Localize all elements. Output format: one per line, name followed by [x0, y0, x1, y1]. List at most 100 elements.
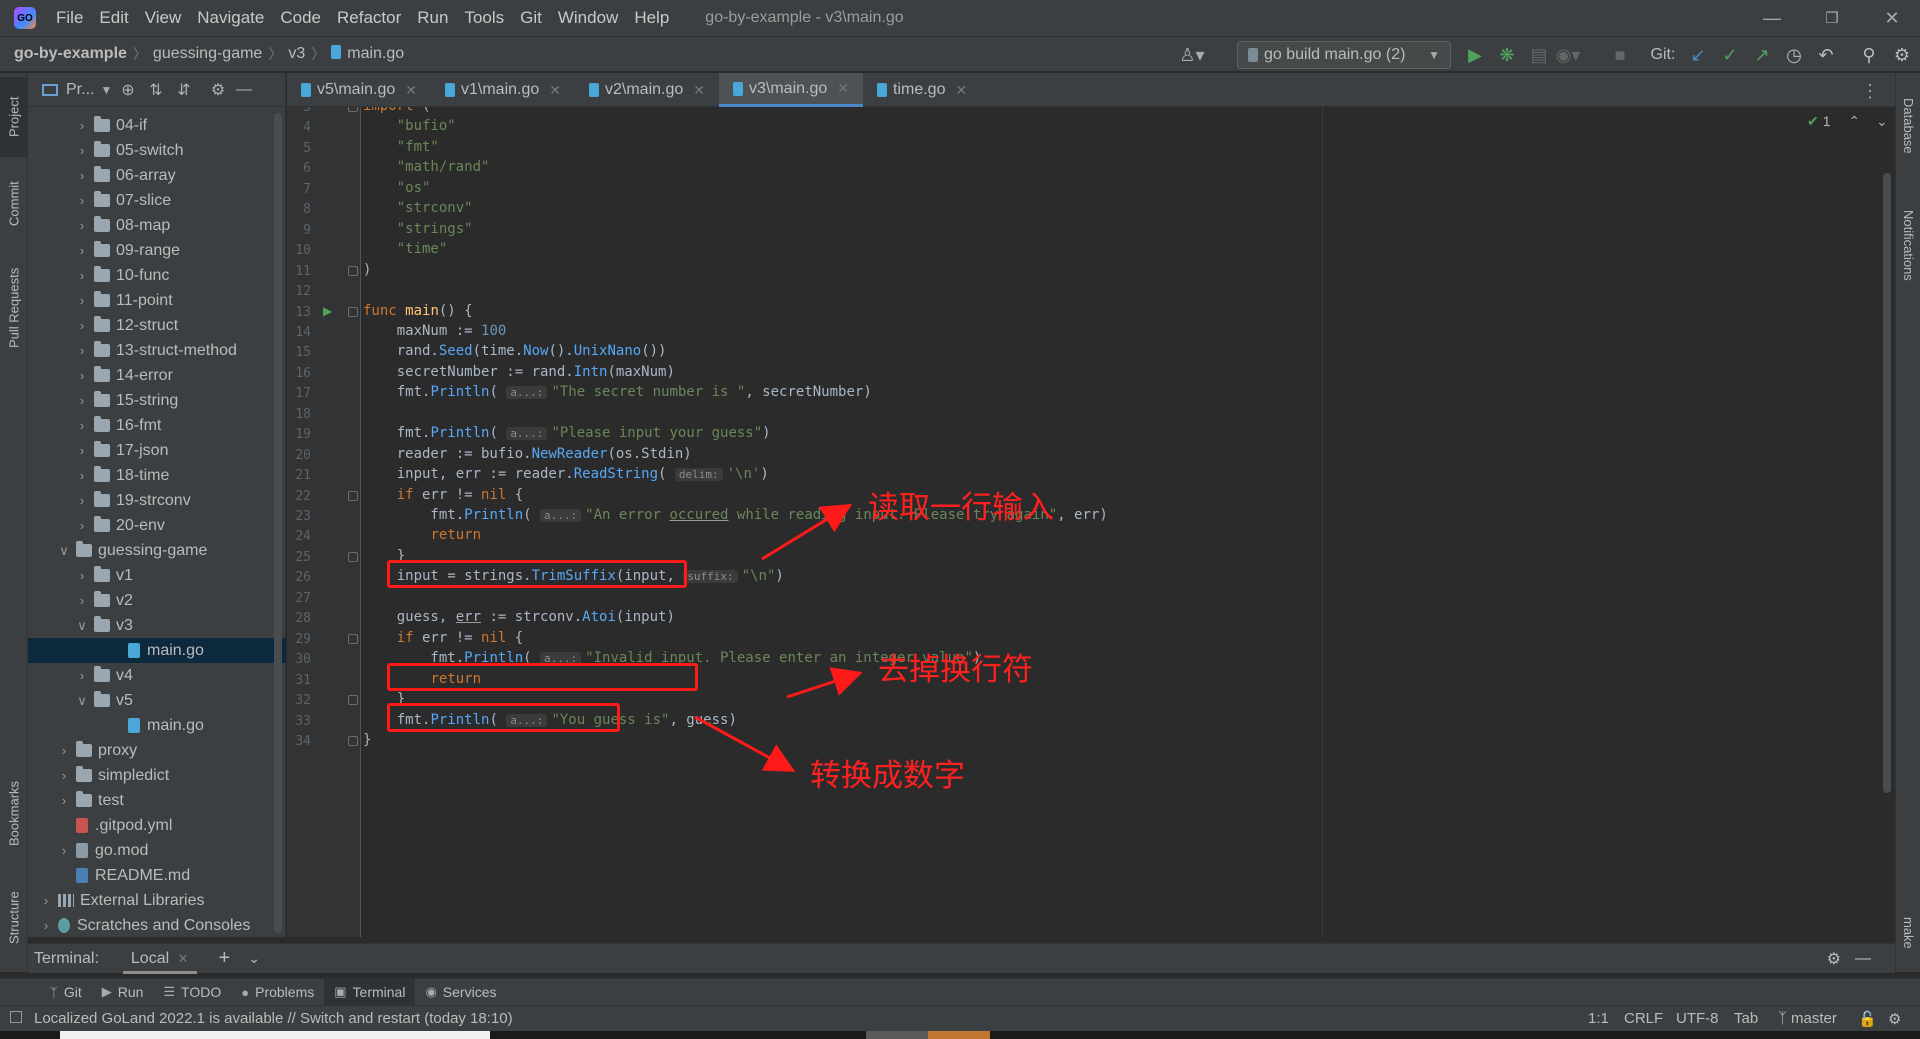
editor-scrollbar[interactable] [1883, 173, 1891, 793]
tree-item[interactable]: › simpledict [28, 763, 286, 788]
git-push-icon[interactable]: ↗ [1750, 43, 1774, 67]
tree-item[interactable]: › 06-array [28, 163, 286, 188]
notifications-icon[interactable]: ⚙ [1888, 1010, 1901, 1028]
tab-v2-main-go[interactable]: v2\main.go ✕ [575, 73, 719, 107]
tool-tab-todo[interactable]: ☰ TODO [153, 979, 231, 1006]
chevron-down-icon[interactable]: ∨ [74, 693, 90, 709]
chevron-right-icon[interactable]: › [74, 518, 90, 533]
chevron-right-icon[interactable]: › [74, 143, 90, 158]
close-icon[interactable]: ✕ [837, 80, 849, 97]
project-scrollbar[interactable] [274, 113, 282, 933]
chevron-right-icon[interactable]: › [74, 468, 90, 483]
menu-tools[interactable]: Tools [456, 0, 512, 36]
tree-item[interactable]: › 07-slice [28, 188, 286, 213]
line-separator[interactable]: CRLF [1624, 1010, 1663, 1027]
fold-marker-icon[interactable] [348, 735, 358, 746]
lock-icon[interactable]: 🔓 [1858, 1010, 1877, 1028]
stop-icon[interactable]: ■ [1608, 43, 1632, 67]
chevron-right-icon[interactable]: › [56, 768, 72, 783]
tree-item[interactable]: › 11-point [28, 288, 286, 313]
tool-tab-run[interactable]: ▶ Run [92, 979, 154, 1006]
tree-item[interactable]: › 17-json [28, 438, 286, 463]
menu-help[interactable]: Help [626, 0, 677, 36]
collapse-all-icon[interactable]: ⇵ [174, 80, 194, 100]
git-commit-icon[interactable]: ✓ [1718, 43, 1742, 67]
menu-navigate[interactable]: Navigate [189, 0, 272, 36]
tool-tab-terminal[interactable]: ▣ Terminal [324, 978, 416, 1006]
chevron-right-icon[interactable]: › [74, 368, 90, 383]
tree-item[interactable]: › 08-map [28, 213, 286, 238]
tree-item[interactable]: › 12-struct [28, 313, 286, 338]
hide-panel-icon[interactable]: — [1855, 950, 1871, 968]
minimize-icon[interactable]: — [1744, 0, 1800, 36]
gear-icon[interactable]: ⚙ [208, 80, 228, 100]
chevron-right-icon[interactable]: › [74, 293, 90, 308]
menu-file[interactable]: File [48, 0, 91, 36]
chevron-right-icon[interactable]: › [74, 268, 90, 283]
settings-icon[interactable]: ⚙ [1890, 43, 1914, 67]
status-message[interactable]: Localized GoLand 2022.1 is available // … [34, 1010, 513, 1027]
close-icon[interactable]: ✕ [405, 82, 417, 99]
chevron-right-icon[interactable]: › [38, 893, 54, 908]
expand-all-icon[interactable]: ⇅ [146, 80, 166, 100]
menu-view[interactable]: View [137, 0, 190, 36]
chevron-right-icon[interactable]: › [74, 418, 90, 433]
fold-marker-icon[interactable] [348, 107, 358, 112]
tool-tab-git[interactable]: ᛉ Git [40, 979, 92, 1006]
tree-item[interactable]: main.go [28, 638, 286, 663]
locate-icon[interactable]: ⊕ [118, 80, 138, 100]
run-gutter-icon[interactable]: ▶ [323, 304, 332, 318]
chevron-right-icon[interactable]: › [56, 743, 72, 758]
project-panel-title[interactable]: Pr... [66, 81, 94, 99]
menu-git[interactable]: Git [512, 0, 550, 36]
tool-window-database[interactable]: Database [1896, 81, 1920, 171]
chevron-right-icon[interactable]: › [74, 193, 90, 208]
tree-item[interactable]: ∨ v3 [28, 613, 286, 638]
code-line[interactable]: ) [363, 258, 371, 283]
tree-item[interactable]: main.go [28, 713, 286, 738]
chevron-right-icon[interactable]: › [74, 443, 90, 458]
more-tabs-icon[interactable]: ⋮ [1861, 81, 1879, 102]
add-icon[interactable]: + [219, 947, 231, 970]
fold-marker-icon[interactable] [348, 695, 358, 706]
inspection-widget[interactable]: ✔ 1 ⌃ ⌄ [1807, 113, 1888, 130]
close-window-icon[interactable]: ✕ [1864, 0, 1920, 36]
tree-item[interactable]: › v4 [28, 663, 286, 688]
tree-item[interactable]: › v2 [28, 588, 286, 613]
chevron-right-icon[interactable]: › [38, 918, 54, 933]
close-icon[interactable]: ✕ [549, 82, 561, 99]
history-icon[interactable]: ◷ [1782, 43, 1806, 67]
tree-item[interactable]: › 18-time [28, 463, 286, 488]
menu-code[interactable]: Code [272, 0, 329, 36]
gear-icon[interactable]: ⚙ [1827, 949, 1841, 969]
close-icon[interactable]: ✕ [693, 82, 705, 99]
coverage-icon[interactable]: ▤ [1527, 43, 1551, 67]
chevron-right-icon[interactable]: › [74, 593, 90, 608]
chevron-down-icon[interactable]: ⌄ [248, 950, 260, 967]
chevron-down-icon[interactable]: ▼ [100, 83, 112, 97]
tree-item[interactable]: › 16-fmt [28, 413, 286, 438]
menu-refactor[interactable]: Refactor [329, 0, 409, 36]
tree-item[interactable]: › 14-error [28, 363, 286, 388]
tree-item[interactable]: › External Libraries [28, 888, 286, 913]
tab-v1-main-go[interactable]: v1\main.go ✕ [431, 73, 575, 107]
code-line[interactable]: fmt.Println( a...: "The secret number is … [363, 380, 872, 405]
menu-edit[interactable]: Edit [91, 0, 136, 36]
chevron-right-icon[interactable]: › [74, 218, 90, 233]
chevron-right-icon[interactable]: › [74, 318, 90, 333]
fold-marker-icon[interactable] [348, 265, 358, 276]
tree-item[interactable]: › 19-strconv [28, 488, 286, 513]
tree-item[interactable]: › 10-func [28, 263, 286, 288]
tree-item[interactable]: › go.mod [28, 838, 286, 863]
tool-window-project[interactable]: Project [0, 77, 28, 157]
user-icon[interactable]: ♙▾ [1179, 43, 1204, 67]
tool-window-pull-requests[interactable]: Pull Requests [0, 253, 28, 363]
fold-marker-icon[interactable] [348, 490, 358, 501]
chevron-down-icon[interactable]: ⌄ [1876, 113, 1888, 129]
tree-item[interactable]: .gitpod.yml [28, 813, 286, 838]
menu-window[interactable]: Window [550, 0, 626, 36]
profile-icon[interactable]: ◉▾ [1556, 43, 1581, 67]
tree-item[interactable]: › Scratches and Consoles [28, 913, 286, 938]
chevron-right-icon[interactable]: › [74, 168, 90, 183]
chevron-down-icon[interactable]: ∨ [74, 618, 90, 634]
